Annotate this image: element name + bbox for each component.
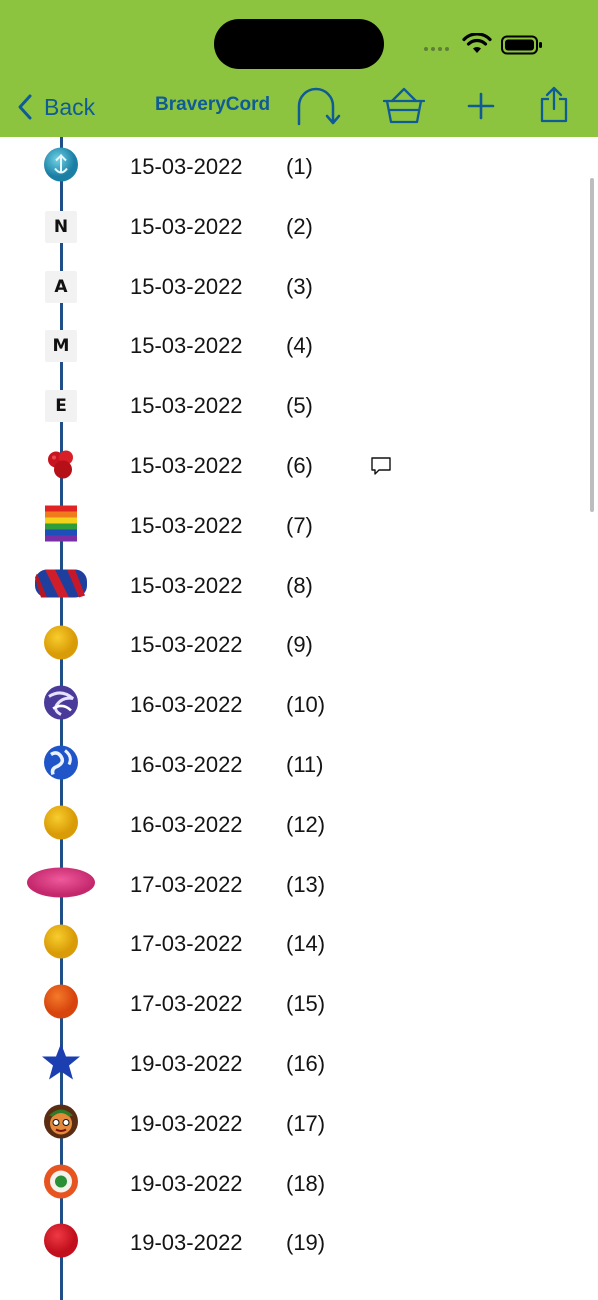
bead-row[interactable]: 15-03-2022 (9): [0, 615, 598, 675]
letter-bead-wrapper: A: [45, 270, 77, 303]
letter-bead: M: [45, 330, 77, 363]
rainbow-bead-icon: [45, 505, 77, 546]
bead-row[interactable]: A 15-03-2022 (3): [0, 257, 598, 317]
chevron-left-icon: [18, 94, 32, 120]
bead-date: 16-03-2022: [130, 692, 243, 718]
plus-icon[interactable]: [467, 92, 495, 120]
bead-number: (6): [286, 453, 313, 478]
bead-number: (7): [286, 512, 313, 538]
bead-date: 16-03-2022: [130, 752, 243, 777]
bead-number: (16): [286, 1051, 326, 1076]
bead-date: 15-03-2022: [130, 333, 243, 359]
bead-row[interactable]: E 15-03-2022 (5): [0, 376, 598, 436]
bead-date: 15-03-2022: [130, 512, 243, 538]
bead-number: (3): [286, 273, 313, 299]
letter-bead-wrapper: N: [45, 210, 77, 243]
bead-date: 17-03-2022: [130, 931, 243, 957]
bead-number: (4): [286, 333, 313, 359]
letter-bead: A: [45, 270, 77, 303]
bead-date: 19-03-2022: [130, 1110, 243, 1136]
battery-icon: [501, 35, 542, 55]
bead-number: (15): [286, 991, 326, 1017]
bead-list[interactable]: 15-03-2022 (1) N 15-03-2022 (2) A 15-03-2022 (3…: [0, 137, 598, 1300]
bead-date: 16-03-2022: [130, 811, 243, 837]
target-bead-icon: [43, 1163, 79, 1204]
bead-date: 19-03-2022: [130, 1051, 243, 1076]
bead-row[interactable]: 15-03-2022 (7): [0, 496, 598, 556]
bead-date: 17-03-2022: [130, 991, 243, 1017]
bead-row[interactable]: N 15-03-2022 (2): [0, 197, 598, 257]
letter-bead: N: [45, 210, 77, 243]
back-button[interactable]: Back: [16, 92, 95, 122]
navigation-bar: Back BraveryCord: [0, 80, 598, 136]
ball-yellow-bead-icon: [43, 625, 79, 666]
bead-row[interactable]: 15-03-2022 (8): [0, 556, 598, 616]
arc-arrow-icon[interactable]: [296, 86, 342, 126]
bead-date: 19-03-2022: [130, 1170, 243, 1196]
bead-date: 19-03-2022: [130, 1230, 243, 1256]
bead-date: 15-03-2022: [130, 213, 243, 239]
bead-row[interactable]: 19-03-2022 (19): [0, 1213, 598, 1273]
bead-row[interactable]: 19-03-2022 (16): [0, 1034, 598, 1094]
bead-number: (5): [286, 393, 313, 419]
back-label: Back: [44, 93, 96, 120]
letter-bead-wrapper: M: [45, 330, 77, 363]
bead-row[interactable]: 16-03-2022 (12): [0, 795, 598, 855]
bead-number: (10): [286, 692, 326, 718]
bead-date: 15-03-2022: [130, 453, 243, 478]
bead-row[interactable]: 17-03-2022 (13): [0, 855, 598, 915]
bead-number: (2): [286, 213, 313, 239]
bead-row[interactable]: M 15-03-2022 (4): [0, 316, 598, 376]
page-title: BraveryCord: [155, 94, 271, 115]
bead-number: (13): [286, 871, 326, 897]
signal-dots-icon: [424, 47, 449, 51]
bead-date: 15-03-2022: [130, 273, 243, 299]
bead-number: (17): [286, 1110, 326, 1136]
wifi-icon: [462, 33, 492, 53]
bead-row[interactable]: 19-03-2022 (18): [0, 1154, 598, 1214]
bead-number: (11): [286, 752, 324, 777]
bead-row[interactable]: 15-03-2022 (1): [0, 137, 598, 197]
letter-bead-wrapper: E: [45, 390, 77, 423]
bead-date: 17-03-2022: [130, 871, 243, 897]
bead-row[interactable]: 16-03-2022 (10): [0, 675, 598, 735]
basket-icon[interactable]: [382, 86, 426, 126]
marble-blue-bead-icon: [43, 745, 79, 786]
letter-bead: E: [45, 390, 77, 423]
dynamic-island: [214, 19, 384, 69]
bead-row[interactable]: 16-03-2022 (11): [0, 735, 598, 795]
bead-number: (18): [286, 1170, 326, 1196]
share-icon[interactable]: [539, 86, 569, 124]
clover-red-bead-icon: [43, 446, 79, 487]
ball-orange-bead-icon: [43, 984, 79, 1025]
oval-pink-bead-icon: [26, 864, 96, 905]
swirl-purple-bead-icon: [43, 685, 79, 726]
ball-yellow-bead-icon: [43, 924, 79, 965]
bead-number: (14): [286, 931, 326, 957]
ball-yellow-bead-icon: [43, 804, 79, 845]
bead-row[interactable]: 15-03-2022 (6): [0, 436, 598, 496]
ball-red-bead-icon: [43, 1223, 79, 1264]
bead-number: (9): [286, 632, 313, 658]
bead-row[interactable]: 17-03-2022 (14): [0, 914, 598, 974]
header-bar: Back BraveryCord: [0, 0, 598, 137]
bead-row[interactable]: 19-03-2022 (17): [0, 1094, 598, 1154]
bead-date: 15-03-2022: [130, 572, 243, 598]
bead-date: 15-03-2022: [130, 154, 243, 179]
comment-icon[interactable]: [370, 455, 392, 477]
scrollbar[interactable]: [590, 178, 594, 512]
bead-date: 15-03-2022: [130, 393, 243, 419]
bead-row[interactable]: 17-03-2022 (15): [0, 974, 598, 1034]
ornament-blue-bead-icon: [43, 147, 79, 188]
bead-number: (1): [286, 154, 313, 179]
bead-number: (19): [286, 1230, 326, 1256]
bead-number: (12): [286, 811, 326, 837]
star-blue-bead-icon: [41, 1043, 81, 1086]
twist-red-blue-bead-icon: [33, 565, 89, 606]
face-bead-icon: [43, 1103, 79, 1144]
bead-date: 15-03-2022: [130, 632, 243, 658]
bead-number: (8): [286, 572, 313, 598]
